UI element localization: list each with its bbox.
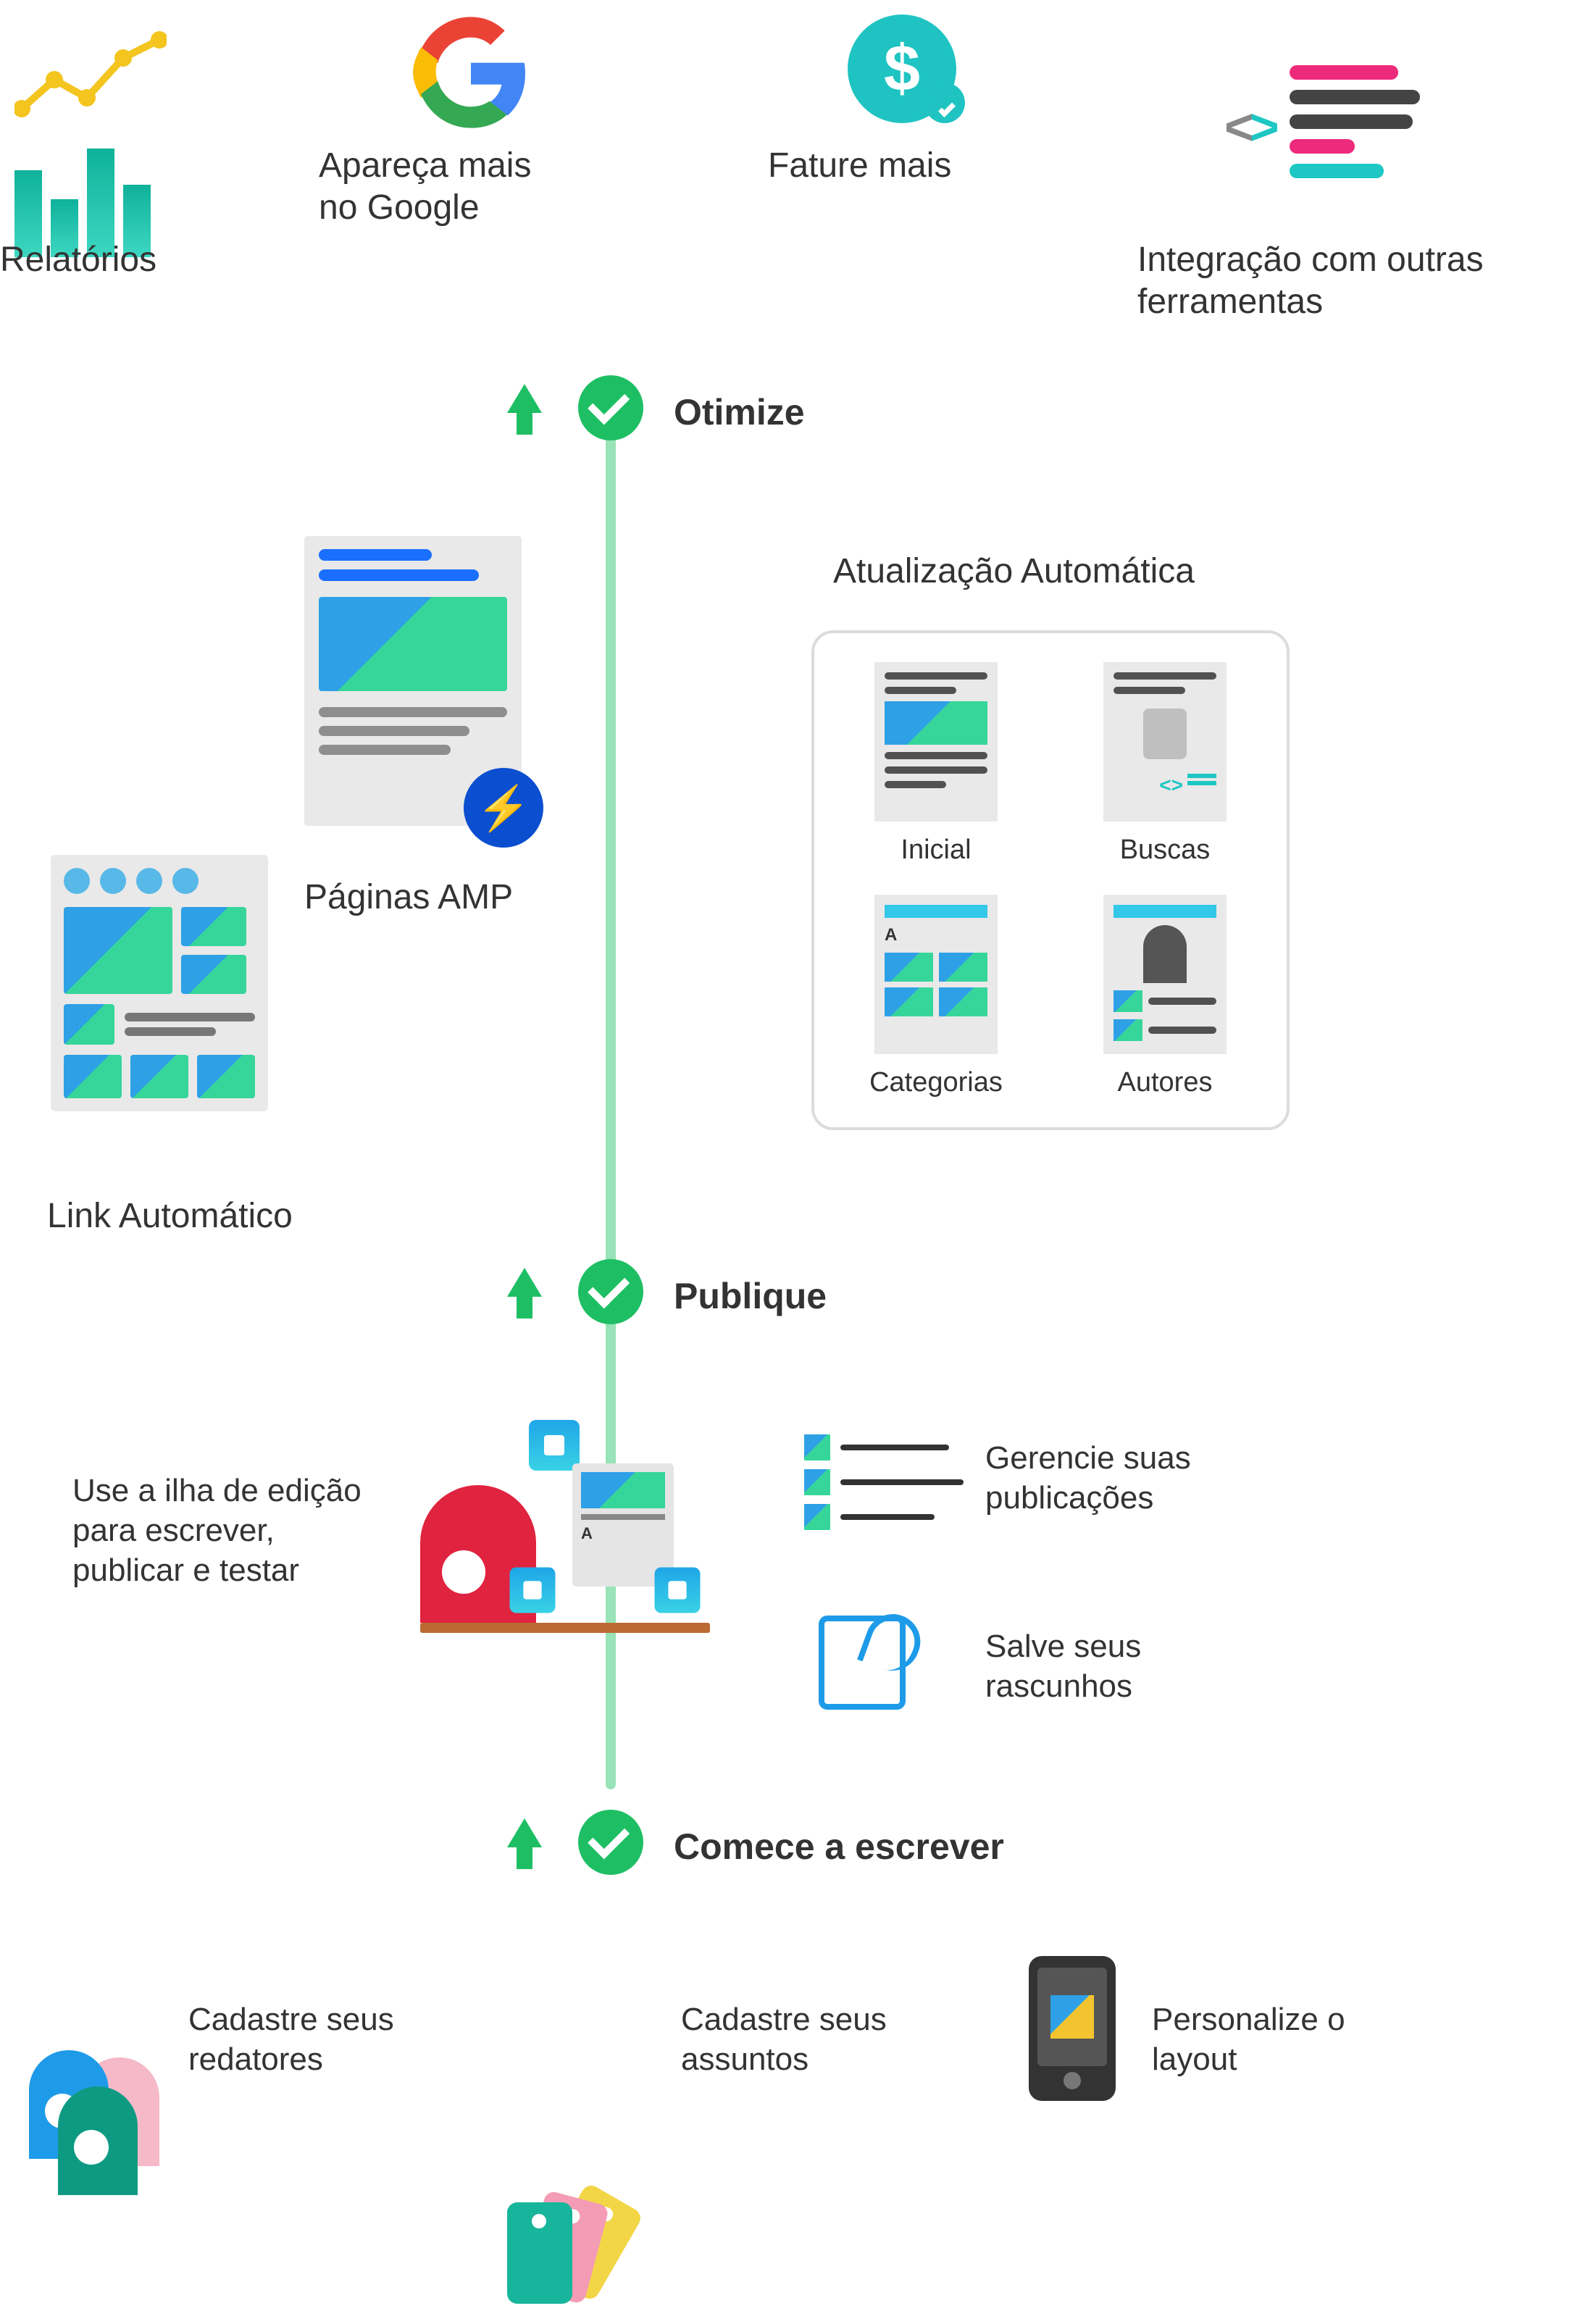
- manage-label: Gerencie suas publicações: [985, 1438, 1232, 1518]
- reports-label: Relatórios: [0, 239, 156, 281]
- auto-update-label: Atualização Automática: [833, 551, 1195, 593]
- stage-start: Comece a escrever: [674, 1826, 1004, 1868]
- amp-badge-icon: [464, 768, 543, 848]
- stage-publish: Publique: [674, 1275, 827, 1317]
- amp-label: Páginas AMP: [304, 877, 513, 919]
- writers-icon: [29, 2050, 174, 2188]
- ilha-label: Use a ilha de edição para escrever, publ…: [72, 1471, 362, 1590]
- update-item-buscas: <> Buscas: [1079, 662, 1250, 866]
- update-label-autores: Autores: [1118, 1067, 1213, 1098]
- up-arrow-icon: [507, 384, 542, 435]
- subjects-icon: [507, 2188, 638, 2311]
- link-gallery-icon: [51, 855, 268, 1111]
- up-arrow-icon-3: [507, 1818, 542, 1869]
- up-arrow-icon-2: [507, 1268, 542, 1319]
- revenue-label: Fature mais: [768, 145, 951, 187]
- google-label: Apareça mais no Google: [319, 145, 580, 228]
- update-label-inicial: Inicial: [901, 835, 971, 866]
- update-item-categorias: A Categorias: [851, 895, 1021, 1098]
- check-icon-start: [578, 1810, 643, 1875]
- layout-label: Personalize o layout: [1152, 1999, 1369, 2079]
- update-item-inicial: Inicial: [851, 662, 1021, 866]
- update-label-buscas: Buscas: [1120, 835, 1211, 866]
- update-label-categorias: Categorias: [869, 1067, 1003, 1098]
- revenue-icon: $: [848, 14, 956, 123]
- reports-icon: [14, 29, 167, 257]
- subjects-label: Cadastre seus assuntos: [681, 1999, 913, 2079]
- check-icon-optimize: [578, 375, 643, 440]
- link-label: Link Automático: [47, 1195, 293, 1237]
- integration-label: Integração com outras ferramentas: [1137, 239, 1543, 322]
- manage-icon: [804, 1434, 964, 1530]
- writers-label: Cadastre seus redatores: [188, 1999, 420, 2079]
- drafts-label: Salve seus rascunhos: [985, 1626, 1203, 1706]
- google-icon: [413, 14, 529, 134]
- ilha-illustration: A: [406, 1420, 724, 1637]
- check-icon-publish: [578, 1259, 643, 1324]
- layout-icon: [1029, 1956, 1116, 2101]
- auto-update-box: Inicial <> Buscas A Categorias Autores: [811, 630, 1290, 1130]
- drafts-icon: [819, 1616, 906, 1710]
- update-item-autores: Autores: [1079, 895, 1250, 1098]
- amp-doc-icon: [304, 536, 522, 826]
- stage-optimize: Otimize: [674, 391, 805, 433]
- integration-icon: <>: [1224, 65, 1427, 188]
